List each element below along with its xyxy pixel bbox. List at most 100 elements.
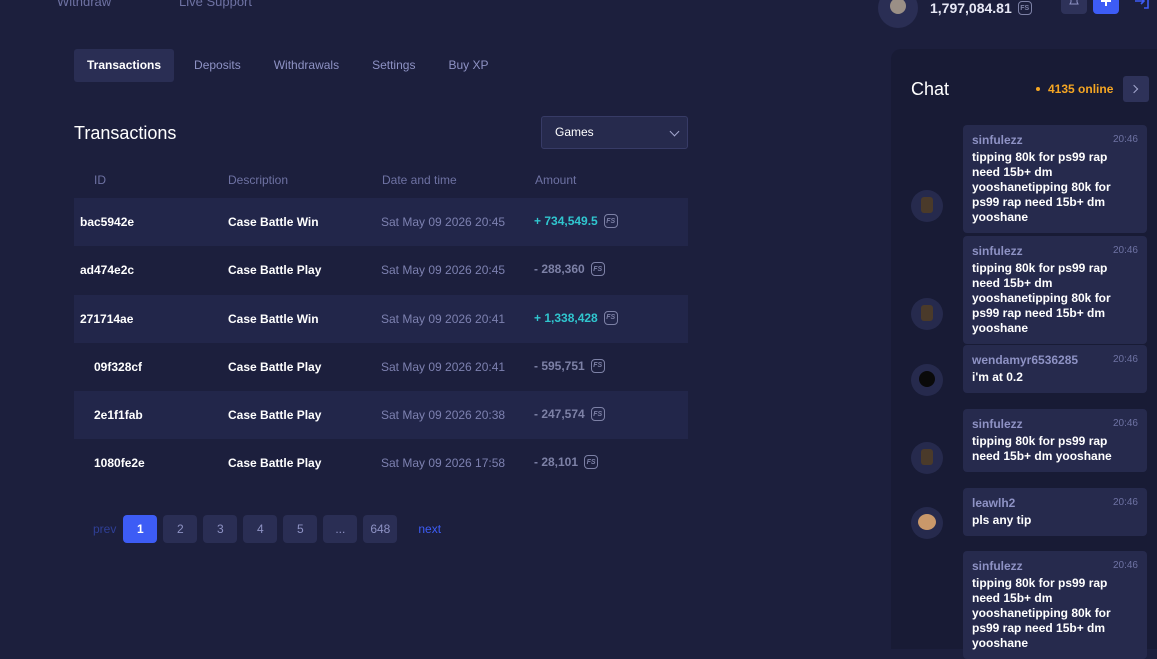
filter-select[interactable]: Games <box>541 116 688 149</box>
coin-icon: FS <box>590 407 605 422</box>
coin-icon: FS <box>590 262 605 277</box>
row-amount: - 288,360 FS <box>534 262 605 277</box>
plus-icon <box>1101 0 1111 6</box>
table-row: 271714ae Case Battle Win Sat May 09 2026… <box>74 294 688 343</box>
chat-text: i'm at 0.2 <box>972 370 1023 384</box>
page-5-button[interactable]: 5 <box>283 515 318 543</box>
chat-avatar[interactable] <box>911 507 943 539</box>
row-id: 2e1f1fab <box>94 408 143 423</box>
chat-text: tipping 80k for ps99 rap need 15b+ dm yo… <box>972 576 1111 650</box>
row-amount: - 595,751 FS <box>534 358 605 373</box>
row-amount: + 734,549.5 FS <box>534 214 618 228</box>
row-id: 1080fe2e <box>94 456 145 471</box>
chat-time: 20:46 <box>1112 245 1138 256</box>
tab-withdrawals[interactable]: Withdrawals <box>261 49 352 82</box>
row-date: Sat May 09 2026 20:41 <box>381 359 506 374</box>
table-header: ID Description Date and time Amount <box>74 173 688 189</box>
deposit-plus-button[interactable] <box>1093 0 1119 14</box>
logout-icon <box>1135 0 1149 9</box>
header-description: Description <box>228 173 289 187</box>
tab-buy-xp[interactable]: Buy XP <box>435 49 501 82</box>
coin-icon: FS <box>603 310 618 325</box>
page-title: Transactions <box>74 123 177 143</box>
balance-display: 1,797,084.81 FS <box>878 0 1032 28</box>
page-2-button[interactable]: 2 <box>163 515 198 543</box>
row-amount: + 1,338,428 FS <box>534 310 618 325</box>
filter-select-value: Games <box>555 125 594 139</box>
withdraw-link[interactable]: Withdraw <box>57 0 111 9</box>
chat-message: wendamyr6536285 20:46 i'm at 0.2 <box>963 345 1147 393</box>
coin-icon: FS <box>603 214 618 228</box>
row-description: Case Battle Play <box>228 456 322 471</box>
next-page-link[interactable]: next <box>418 522 441 536</box>
row-id: bac5942e <box>80 215 135 229</box>
row-description: Case Battle Play <box>228 408 322 423</box>
chat-message: leawlh2 20:46 pls any tip <box>963 488 1147 536</box>
chat-avatar[interactable] <box>911 298 943 330</box>
row-amount: - 28,101 FS <box>534 455 599 470</box>
row-amount-value: - 28,101 <box>534 455 579 470</box>
page-ellipsis: ... <box>323 515 358 543</box>
table-row: 2e1f1fab Case Battle Play Sat May 09 202… <box>74 391 688 440</box>
online-count: 4135 online <box>1036 82 1113 96</box>
logout-button[interactable] <box>1129 0 1155 14</box>
live-support-link[interactable]: Live Support <box>179 0 252 9</box>
chat-avatar[interactable] <box>911 442 943 474</box>
chat-avatar[interactable] <box>911 190 943 222</box>
row-description: Case Battle Win <box>228 215 319 229</box>
chat-text: tipping 80k for ps99 rap need 15b+ dm yo… <box>972 434 1112 463</box>
tab-bar: Transactions Deposits Withdrawals Settin… <box>74 49 508 82</box>
page-last-button[interactable]: 648 <box>363 515 398 543</box>
pagination: prev 1 2 3 4 5 ... 648 next <box>93 515 448 543</box>
header-amount: Amount <box>535 173 577 187</box>
chat-text: tipping 80k for ps99 rap need 15b+ dm yo… <box>972 261 1111 335</box>
table-row: 09f328cf Case Battle Play Sat May 09 202… <box>74 343 688 391</box>
chat-text: pls any tip <box>972 513 1032 527</box>
chat-message: sinfulezz 20:46 tipping 80k for ps99 rap… <box>963 236 1147 344</box>
chat-time: 20:46 <box>1112 418 1138 429</box>
row-date: Sat May 09 2026 20:45 <box>381 215 506 229</box>
row-description: Case Battle Win <box>228 311 319 326</box>
header-id: ID <box>94 173 106 187</box>
coin-icon: FS <box>590 358 605 373</box>
chat-time: 20:46 <box>1112 354 1138 365</box>
bell-icon <box>1069 0 1079 5</box>
coin-icon: FS <box>584 455 599 470</box>
chat-title: Chat <box>911 79 950 99</box>
prev-page-link[interactable]: prev <box>93 522 116 536</box>
chat-message: sinfulezz 20:46 tipping 80k for ps99 rap… <box>963 409 1147 472</box>
transactions-table: bac5942e Case Battle Win Sat May 09 2026… <box>74 198 688 488</box>
page-4-button[interactable]: 4 <box>243 515 278 543</box>
header-date: Date and time <box>382 173 457 187</box>
chat-avatar[interactable] <box>911 364 943 396</box>
chat-time: 20:46 <box>1112 560 1138 571</box>
chat-message: sinfulezz 20:46 tipping 80k for ps99 rap… <box>963 125 1147 233</box>
row-id: 09f328cf <box>94 359 143 374</box>
tab-transactions[interactable]: Transactions <box>74 49 175 82</box>
row-date: Sat May 09 2026 20:38 <box>381 408 506 423</box>
row-amount: - 247,574 FS <box>534 407 605 422</box>
row-amount-value: + 1,338,428 <box>534 310 598 325</box>
chat-time: 20:46 <box>1112 134 1138 145</box>
row-amount-value: + 734,549.5 <box>534 214 598 228</box>
notifications-button[interactable] <box>1061 0 1087 14</box>
page-1-button[interactable]: 1 <box>123 515 158 543</box>
avatar[interactable] <box>878 0 918 28</box>
row-description: Case Battle Play <box>228 263 322 278</box>
coin-icon: FS <box>1017 1 1032 15</box>
row-date: Sat May 09 2026 20:45 <box>381 263 506 278</box>
tab-settings[interactable]: Settings <box>359 49 428 82</box>
chat-message: sinfulezz 20:46 tipping 80k for ps99 rap… <box>963 551 1147 659</box>
table-row: 1080fe2e Case Battle Play Sat May 09 202… <box>74 439 688 487</box>
chat-time: 20:46 <box>1112 497 1138 508</box>
row-amount-value: - 288,360 <box>534 262 585 277</box>
row-id: ad474e2c <box>80 263 135 278</box>
row-id: 271714ae <box>80 311 134 326</box>
row-description: Case Battle Play <box>228 359 322 374</box>
tab-deposits[interactable]: Deposits <box>181 49 254 82</box>
row-amount-value: - 595,751 <box>534 358 585 373</box>
collapse-chat-button[interactable] <box>1123 76 1149 102</box>
table-row: ad474e2c Case Battle Play Sat May 09 202… <box>74 246 688 294</box>
page-3-button[interactable]: 3 <box>203 515 238 543</box>
chat-panel: Chat 4135 online sinfulezz 20:46 tipping… <box>891 49 1157 659</box>
